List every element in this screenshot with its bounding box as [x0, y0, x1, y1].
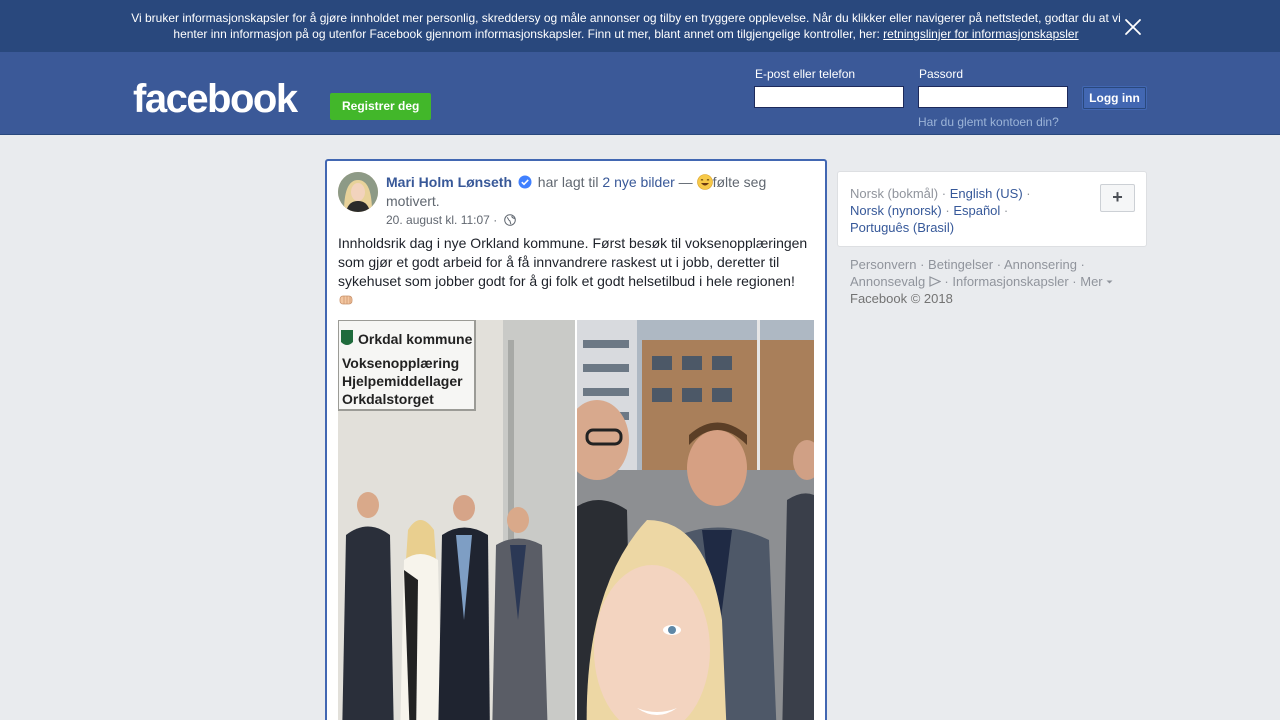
footer-link-ad-choices[interactable]: Annonsevalg: [850, 274, 925, 289]
email-field[interactable]: [754, 86, 904, 108]
footer-link-terms[interactable]: Betingelser: [928, 257, 993, 272]
author-name[interactable]: Mari Holm Lønseth: [386, 174, 512, 190]
fist-bump-icon: [338, 293, 354, 307]
register-button[interactable]: Registrer deg: [330, 93, 432, 120]
photos-link[interactable]: 2 nye bilder: [602, 174, 674, 190]
sign-line-3: Hjelpemiddellager: [342, 373, 463, 389]
post-meta: 20. august kl. 11:07 ·: [386, 213, 516, 227]
language-list: Norsk (bokmål) · English (US) · Norsk (n…: [850, 186, 1031, 235]
cookie-banner: Vi bruker informasjonskapsler for å gjør…: [0, 0, 1280, 52]
post-card: Mari Holm Lønseth har lagt til 2 nye bil…: [325, 159, 827, 720]
sign-line-4: Orkdalstorget: [342, 391, 434, 407]
language-current: Norsk (bokmål): [850, 186, 939, 201]
post-header: Mari Holm Lønseth har lagt til 2 nye bil…: [386, 173, 786, 211]
cookie-banner-text: Vi bruker informasjonskapsler for å gjør…: [130, 10, 1122, 42]
login-button[interactable]: Logg inn: [1082, 86, 1147, 110]
cookie-policy-link[interactable]: retningslinjer for informasjonskapsler: [883, 27, 1078, 41]
post-body: Innholdsrik dag i nye Orkland kommune. F…: [338, 234, 818, 310]
verified-badge-icon: [518, 175, 532, 189]
add-language-button[interactable]: +: [1100, 184, 1135, 212]
language-spanish[interactable]: Español: [953, 203, 1000, 218]
ad-choices-icon: [929, 274, 942, 289]
chevron-down-icon[interactable]: [1106, 274, 1113, 289]
footer-link-cookies[interactable]: Informasjonskapsler: [952, 274, 1068, 289]
footer-link-advertising[interactable]: Annonsering: [1004, 257, 1077, 272]
avatar[interactable]: [338, 172, 378, 212]
facebook-logo[interactable]: facebook: [133, 75, 298, 123]
email-label: E-post eller telefon: [755, 67, 856, 81]
post-photo-1[interactable]: Orkdal kommune Voksenopplæring Hjelpemid…: [338, 320, 575, 720]
top-header: facebook Registrer deg E-post eller tele…: [0, 52, 1280, 135]
feeling-dash: —: [678, 174, 693, 190]
footer-links: Personvern · Betingelser · Annonsering ·…: [850, 256, 1140, 307]
photo-grid: Orkdal kommune Voksenopplæring Hjelpemid…: [338, 320, 814, 720]
meta-separator: ·: [493, 213, 498, 227]
language-selector: Norsk (bokmål) · English (US) · Norsk (n…: [837, 171, 1147, 247]
sign-line-1: Orkdal kommune: [358, 331, 473, 347]
post-body-text: Innholdsrik dag i nye Orkland kommune. F…: [338, 235, 808, 289]
post-timestamp[interactable]: 20. august kl. 11:07: [386, 213, 490, 227]
post-action: har lagt til: [537, 174, 599, 190]
copyright: Facebook © 2018: [850, 291, 953, 306]
forgot-account-link[interactable]: Har du glemt kontoen din?: [918, 115, 1059, 129]
footer-link-privacy[interactable]: Personvern: [850, 257, 916, 272]
language-nynorsk[interactable]: Norsk (nynorsk): [850, 203, 942, 218]
post-photo-2[interactable]: [577, 320, 814, 720]
grinning-face-icon: [696, 174, 713, 190]
sign-line-2: Voksenopplæring: [342, 355, 459, 371]
close-icon[interactable]: [1122, 16, 1144, 38]
password-field[interactable]: [918, 86, 1068, 108]
footer-link-more[interactable]: Mer: [1080, 274, 1102, 289]
password-label: Passord: [919, 67, 964, 81]
globe-icon[interactable]: [503, 214, 516, 226]
language-portuguese[interactable]: Português (Brasil): [850, 220, 954, 235]
language-english[interactable]: English (US): [950, 186, 1023, 201]
